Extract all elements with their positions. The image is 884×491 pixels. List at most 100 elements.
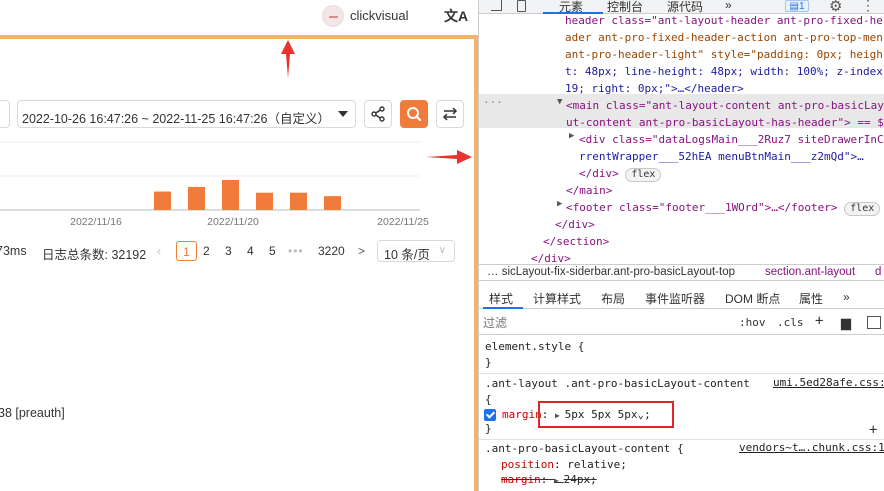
chart-bar[interactable] [324, 196, 341, 210]
dom-line-header-5[interactable]: 19; right: 0px;">…</header> [565, 80, 744, 97]
chart-bar[interactable] [188, 186, 205, 210]
time-range-picker[interactable]: 2022-10-26 16:47:26 ~ 2022-11-25 16:47:2… [17, 100, 356, 128]
dom-text: ant-pro-header-light" style="padding: 0p… [565, 48, 883, 61]
rule-selector: .ant-pro-basicLayout-content { [485, 442, 684, 455]
page-item-2[interactable]: 2 [203, 241, 210, 261]
collapse-triangle-icon[interactable]: ▶ [557, 199, 562, 209]
user-name[interactable]: clickvisual [350, 8, 409, 23]
page-item-4[interactable]: 4 [247, 241, 254, 261]
query-elapsed: 73ms [0, 244, 27, 258]
rule-selector-2[interactable]: .ant-pro-basicLayout-content { [485, 441, 684, 457]
dom-text: </section> [543, 235, 610, 248]
dom-line-header-3[interactable]: ant-pro-header-light" style="padding: 0p… [565, 46, 883, 63]
user-avatar[interactable] [322, 5, 344, 27]
property-value[interactable]: 24px [564, 473, 591, 486]
tab-dom-breakpoints[interactable]: DOM 断点 [725, 290, 780, 307]
dom-text: </main> [566, 184, 613, 197]
collapse-triangle-icon[interactable]: ▶ [569, 131, 574, 141]
search-button[interactable] [400, 100, 428, 128]
query-input[interactable] [0, 100, 10, 128]
chart-bar[interactable] [256, 192, 273, 210]
dom-line-section-close[interactable]: </section> [543, 233, 609, 250]
rule-selector-1[interactable]: .ant-layout .ant-pro-basicLayout-content [485, 376, 750, 392]
log-line-fragment: 38 [preauth] [0, 406, 65, 420]
tab-layout[interactable]: 布局 [601, 290, 625, 307]
chart-bar[interactable] [222, 180, 239, 210]
dom-text: <div class="dataLogsMain___2Ruz7 siteDra… [579, 133, 884, 146]
page-ellipsis[interactable]: ••• [288, 241, 304, 261]
inspect-element-icon[interactable] [491, 0, 502, 11]
translate-icon[interactable]: 文A [444, 6, 468, 26]
dom-tree[interactable]: ··· header class="ant-layout-header ant-… [479, 12, 884, 265]
page-size-select[interactable]: 10 条/页 ∨ [377, 240, 455, 262]
rule-source-link[interactable]: vendors~t….chunk.css:1 [739, 441, 884, 454]
more-tabs-button[interactable]: » [843, 290, 850, 304]
rule-source-link[interactable]: umi.5ed28afe.css:1 [773, 376, 884, 389]
expand-triangle-icon[interactable]: ▶ [554, 476, 564, 485]
chart-x-tick-label: 2022/11/20 [207, 216, 259, 228]
position-declaration[interactable]: position: relative; [501, 457, 627, 473]
dom-line-header-1[interactable]: header class="ant-layout-header ant-pro-… [565, 12, 883, 29]
dom-text: t: 48px; line-height: 48px; width: 100%;… [565, 65, 883, 78]
dom-line-header-4[interactable]: t: 48px; line-height: 48px; width: 100%;… [565, 63, 883, 80]
dom-line-main-close[interactable]: </main> [566, 182, 612, 199]
dom-line-div-close[interactable]: </div> flex [579, 165, 662, 182]
colon: : [540, 473, 554, 486]
dom-line-main-open[interactable]: <main class="ant-layout-content ant-pro-… [566, 97, 884, 114]
issues-badge[interactable]: ▤1 [785, 0, 809, 12]
add-declaration-button[interactable]: + [869, 422, 877, 438]
page-item-5[interactable]: 5 [269, 241, 276, 261]
caret-down-icon [338, 111, 348, 117]
chart-x-tick-label: 2022/11/25 [377, 216, 429, 228]
tab-styles[interactable]: 样式 [489, 290, 513, 307]
prev-page-button[interactable]: ‹ [157, 241, 161, 261]
breadcrumb-item[interactable]: d [875, 265, 881, 280]
sidebar-toggle-icon[interactable] [867, 316, 881, 329]
property-name: margin [502, 408, 542, 421]
dom-line-main-open-2[interactable]: ut-content ant-pro-basicLayout-has-heade… [566, 114, 884, 131]
paint-icon[interactable]: ▆ [841, 315, 851, 331]
overridden-margin-declaration[interactable]: margin: ▶ 24px; [501, 472, 597, 488]
property-name: position [501, 458, 554, 471]
device-toolbar-icon[interactable] [517, 0, 526, 12]
log-histogram[interactable]: 2022/11/16 2022/11/20 2022/11/25 [0, 140, 474, 230]
chart-x-tick-label: 2022/11/16 [70, 216, 122, 228]
rule-element-style[interactable]: element.style { [485, 339, 584, 355]
new-rule-button[interactable]: + [815, 313, 823, 329]
dom-line-footer[interactable]: <footer class="footer___1WOrd">…</footer… [566, 199, 881, 216]
styles-filter-input[interactable] [483, 314, 729, 332]
next-page-button[interactable]: > [358, 241, 365, 261]
dom-text: <main class="ant-layout-content ant-pro-… [566, 99, 884, 112]
share-button[interactable] [364, 100, 392, 128]
node-ellipsis[interactable]: ··· [483, 96, 503, 109]
switch-button[interactable] [436, 100, 464, 128]
chart-bar[interactable] [290, 192, 307, 210]
page-item-1[interactable]: 1 [176, 241, 197, 261]
page-item-3[interactable]: 3 [225, 241, 232, 261]
tab-properties[interactable]: 属性 [799, 290, 823, 307]
flex-badge[interactable]: flex [844, 202, 881, 216]
dom-text: header class="ant-layout-header ant-pro-… [565, 14, 883, 27]
page-item-last[interactable]: 3220 [318, 241, 345, 261]
hover-state-button[interactable]: :hov [739, 316, 766, 329]
dom-line-header-2[interactable]: ader ant-pro-fixed-header-action ant-pro… [565, 29, 884, 46]
property-value[interactable]: relative [567, 458, 620, 471]
more-tabs-button[interactable]: » [725, 0, 732, 12]
class-toggle-button[interactable]: .cls [777, 316, 804, 329]
colon: : [553, 458, 568, 471]
tab-computed[interactable]: 计算样式 [533, 290, 581, 307]
expand-triangle-icon[interactable]: ▼ [557, 97, 562, 107]
flex-badge[interactable]: flex [625, 168, 662, 182]
dom-line-div-close-2[interactable]: </div> [555, 216, 595, 233]
total-count: 日志总条数: 32192 [42, 248, 147, 262]
dom-line-div[interactable]: <div class="dataLogsMain___2Ruz7 siteDra… [579, 131, 884, 148]
issues-count: 1 [798, 1, 805, 12]
chart-bar[interactable] [154, 191, 171, 210]
tab-event-listeners[interactable]: 事件监听器 [645, 290, 705, 307]
dom-line-div-2[interactable]: rrentWrapper___52hEA menuBtnMain___z2mQd… [579, 148, 864, 165]
property-checkbox[interactable] [484, 409, 496, 421]
breadcrumb-item[interactable]: section.ant-layout [765, 265, 855, 280]
semicolon: ; [620, 458, 627, 471]
breadcrumb-item[interactable]: … sicLayout-fix-siderbar.ant-pro-basicLa… [487, 265, 735, 280]
app-header: clickvisual 文A [0, 0, 478, 32]
